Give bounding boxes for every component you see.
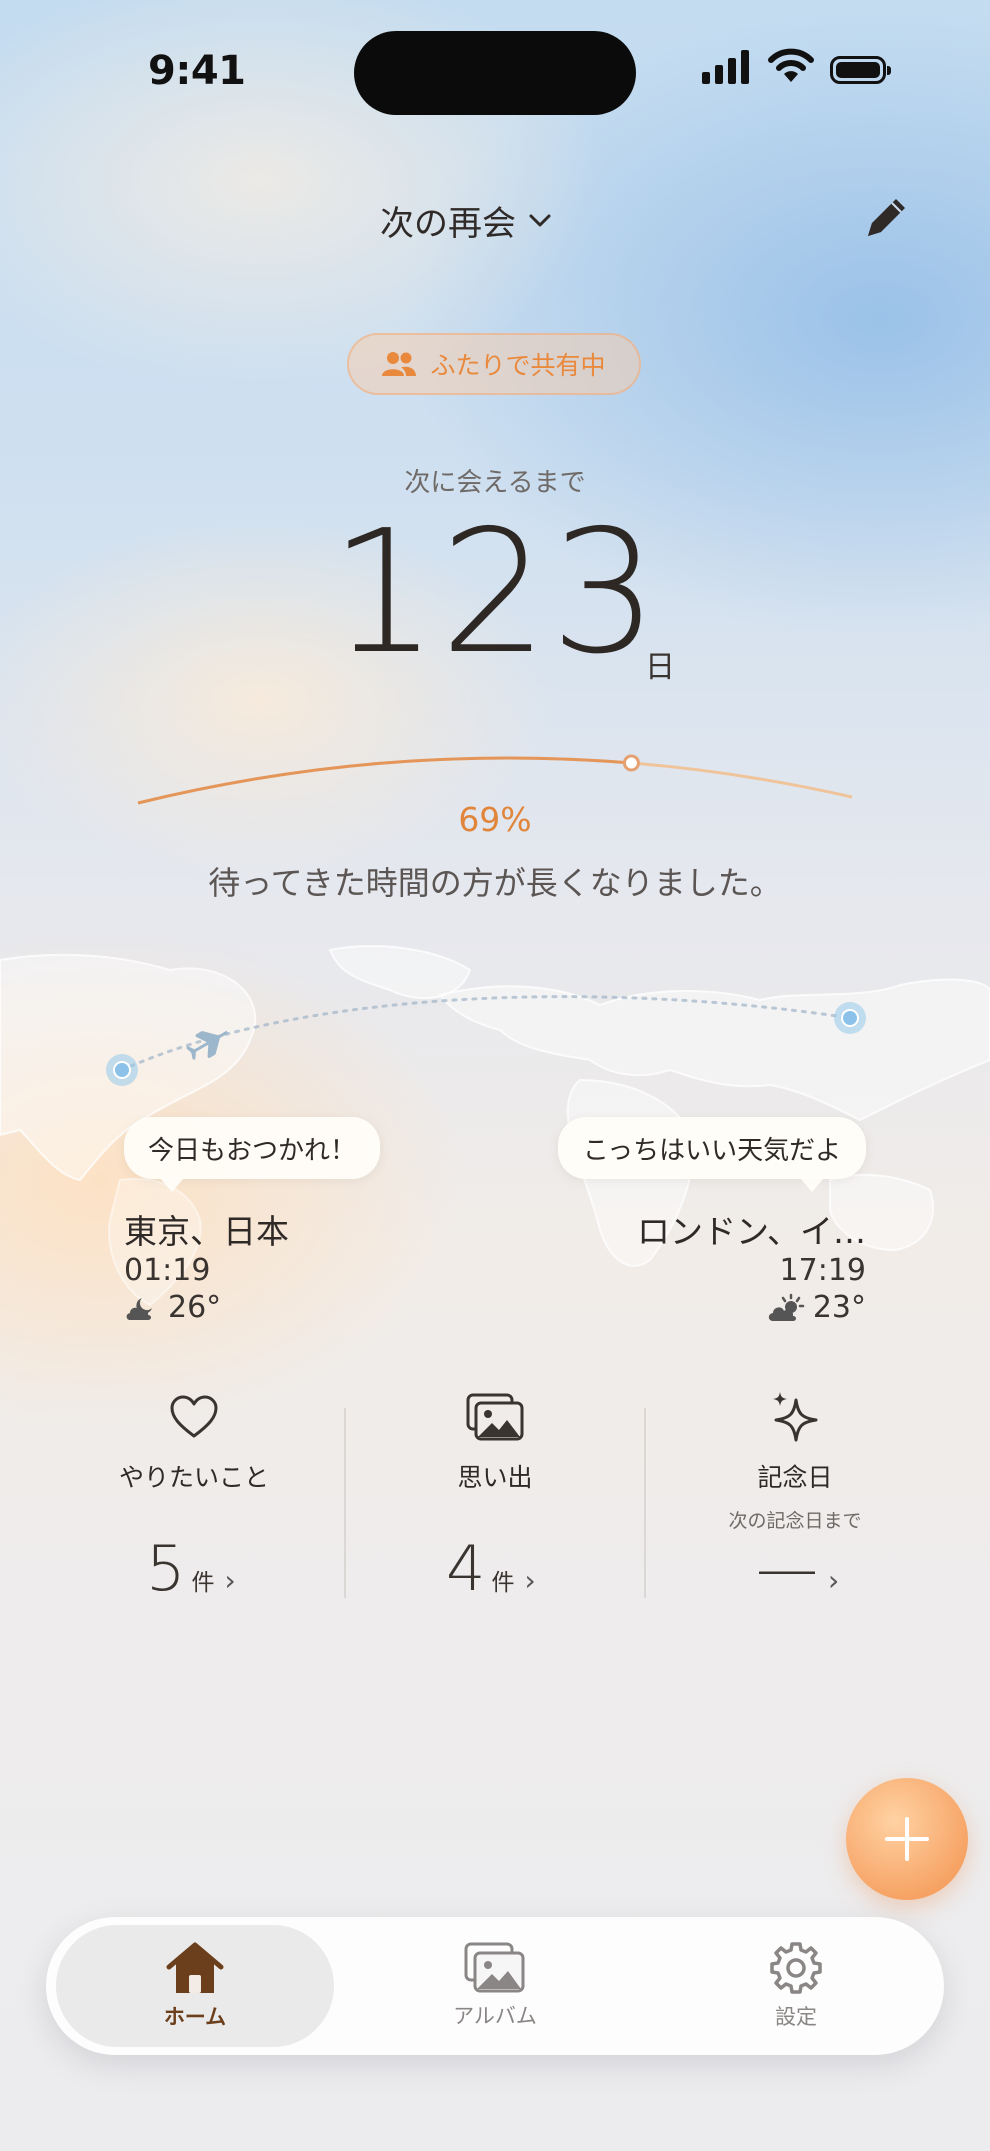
chevron-down-icon	[529, 214, 551, 226]
todo-count-link[interactable]: 5 件 ›	[146, 1532, 236, 1605]
todo-unit: 件	[191, 1570, 215, 1596]
tab-settings[interactable]: 設定	[656, 1925, 936, 2047]
anniversary-label: 記念日	[757, 1463, 833, 1492]
battery-icon	[830, 56, 891, 84]
memories-count: 4	[446, 1532, 486, 1605]
gear-icon	[770, 1942, 822, 1994]
divider	[344, 1408, 346, 1598]
chevron-right-icon: ›	[828, 1564, 840, 1597]
todo-count: 5	[146, 1532, 186, 1605]
plus-icon	[885, 1817, 929, 1861]
anniversary-sublabel: 次の記念日まで	[728, 1510, 862, 1532]
sparkle-icon	[773, 1392, 818, 1442]
shared-status-label: ふたりで共有中	[430, 351, 606, 380]
city-temp-right: 23°	[812, 1290, 866, 1325]
bubble-tail	[800, 1178, 824, 1192]
city-time-right: 17:19	[779, 1253, 866, 1288]
edit-pencil-icon[interactable]	[858, 190, 914, 246]
photos-icon	[464, 1942, 525, 1993]
reunion-selector[interactable]: 次の再会	[380, 196, 552, 245]
wifi-icon	[768, 48, 814, 82]
status-time: 9:41	[148, 48, 246, 94]
dynamic-island	[354, 31, 636, 115]
countdown-days: 123	[329, 494, 661, 692]
memories-label: 思い出	[457, 1463, 533, 1492]
home-icon	[166, 1942, 224, 1993]
cellular-signal-icon	[702, 50, 749, 84]
anniversary-section[interactable]: 記念日 次の記念日まで	[665, 1390, 925, 1533]
moon-cloud-icon	[126, 1297, 152, 1320]
tokyo-message-bubble[interactable]: 今日もおつかれ！	[124, 1117, 380, 1179]
anniversary-count-link[interactable]: — ›	[756, 1532, 839, 1605]
london-message-bubble[interactable]: こっちはいい天気だよ	[558, 1117, 866, 1179]
tab-home[interactable]: ホーム	[56, 1925, 334, 2047]
add-button[interactable]	[846, 1778, 968, 1900]
two-people-icon	[382, 352, 417, 376]
city-time-left: 01:19	[124, 1253, 211, 1288]
city-name-left: 東京、日本	[124, 1212, 289, 1251]
city-temp-left: 26°	[168, 1290, 222, 1325]
chevron-right-icon: ›	[524, 1564, 536, 1597]
heart-icon	[170, 1395, 218, 1438]
todo-section[interactable]: やりたいこと	[64, 1390, 324, 1494]
countdown-unit: 日	[645, 650, 675, 685]
city-weather-left: 26°	[124, 1290, 221, 1325]
shared-status-badge[interactable]: ふたりで共有中	[347, 333, 641, 395]
city-weather-right: 23°	[767, 1290, 866, 1325]
todo-label: やりたいこと	[118, 1463, 269, 1492]
anniversary-value: —	[756, 1532, 818, 1605]
tab-album-label: アルバム	[453, 2004, 537, 2028]
progress-percent: 69%	[458, 800, 532, 839]
progress-knob	[622, 754, 640, 772]
chevron-right-icon: ›	[224, 1564, 236, 1597]
tab-home-label: ホーム	[163, 2005, 227, 2029]
bubble-tail	[160, 1178, 184, 1192]
city-name-right: ロンドン、イ…	[636, 1212, 866, 1251]
memories-count-link[interactable]: 4 件 ›	[446, 1532, 536, 1605]
divider	[644, 1408, 646, 1598]
sun-cloud-icon	[768, 1293, 805, 1321]
tab-settings-label: 設定	[775, 2005, 817, 2029]
memories-section[interactable]: 思い出	[365, 1390, 625, 1494]
page-title: 次の再会	[380, 204, 516, 244]
photos-icon	[466, 1393, 524, 1441]
progress-message: 待ってきた時間の方が長くなりました。	[208, 864, 782, 902]
memories-unit: 件	[491, 1570, 515, 1596]
tab-album[interactable]: アルバム	[355, 1925, 635, 2047]
